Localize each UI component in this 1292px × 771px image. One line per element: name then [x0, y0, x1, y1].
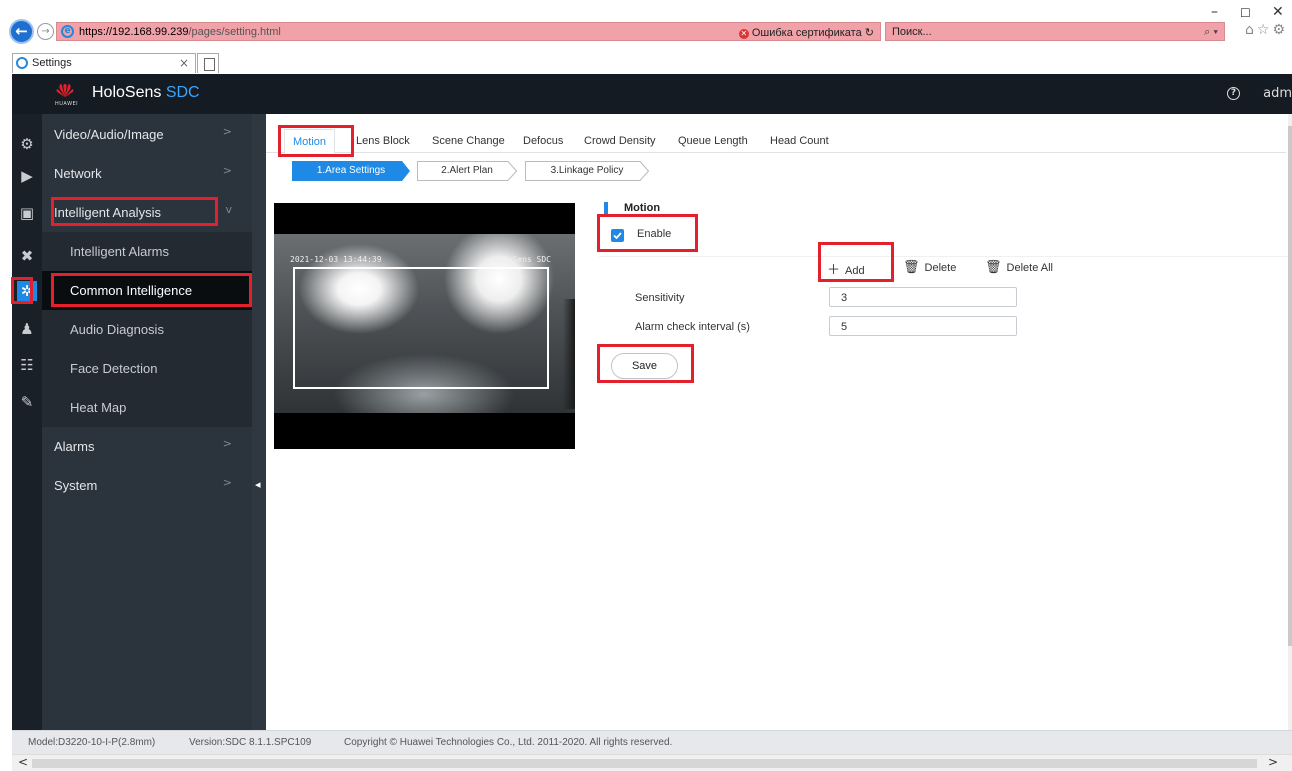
- sensitivity-label: Sensitivity: [635, 292, 685, 304]
- icon-rail: ⚙ ▶ ▣ ✖ ✲ ♟ ☷ ✎: [12, 114, 42, 730]
- user-menu[interactable]: adm: [1263, 86, 1292, 101]
- chevron-down-icon: v: [225, 203, 232, 216]
- tab-lens-block[interactable]: Lens Block: [356, 135, 410, 147]
- browser-chrome: ← → e https://192.168.99.239/pages/setti…: [0, 0, 1292, 74]
- sidebar-item-intelligent-alarms[interactable]: Intelligent Alarms: [42, 232, 252, 271]
- logo-text: HUAWEI: [55, 101, 79, 107]
- trash-outline-icon: 🗑: [985, 259, 1002, 274]
- sidebar-collapse-handle[interactable]: ◂: [252, 114, 266, 730]
- video-preview[interactable]: 2021-12-03 13:44:39 HoloSens SDC: [274, 203, 575, 449]
- certificate-error[interactable]: ✕ Ошибка сертификата ↻: [738, 26, 874, 39]
- collapse-arrow-icon: ◂: [255, 478, 261, 491]
- status-footer: Model:D3220-10-I-P(2.8mm) Version:SDC 8.…: [12, 730, 1292, 754]
- back-arrow-icon[interactable]: ←: [9, 19, 34, 44]
- chevron-right-icon: >: [222, 164, 232, 177]
- enable-checkbox[interactable]: [611, 229, 624, 242]
- step-linkage-policy[interactable]: 3.Linkage Policy: [525, 161, 649, 181]
- scroll-left-icon[interactable]: <: [18, 755, 28, 769]
- video-timestamp: 2021-12-03 13:44:39: [290, 255, 382, 264]
- tab-head-count[interactable]: Head Count: [770, 135, 829, 147]
- enable-label: Enable: [637, 228, 672, 240]
- maximize-icon[interactable]: ☐: [1240, 6, 1251, 20]
- sidebar-item-network[interactable]: Network >: [42, 154, 252, 193]
- vertical-scrollbar[interactable]: [1288, 114, 1292, 730]
- minimize-icon[interactable]: –: [1211, 4, 1218, 20]
- help-icon[interactable]: ?: [1227, 87, 1240, 100]
- detection-tabs: Motion Lens Block Scene Change Defocus C…: [266, 129, 1286, 154]
- sidebar-item-intelligent-analysis[interactable]: Intelligent Analysis v: [42, 193, 252, 232]
- delete-all-button[interactable]: 🗑 Delete All: [985, 259, 1053, 275]
- app-header: HUAWEI HoloSens SDC ? adm: [12, 74, 1292, 114]
- browser-tab[interactable]: Settings ×: [12, 53, 196, 73]
- scene-edge: [563, 299, 575, 409]
- tools-icon[interactable]: ✖: [17, 246, 37, 266]
- sidebar-item-common-intelligence[interactable]: Common Intelligence: [42, 271, 252, 310]
- brand-title: HoloSens SDC: [92, 84, 200, 101]
- video-watermark: HoloSens SDC: [493, 255, 551, 264]
- sidebar-item-alarms[interactable]: Alarms >: [42, 427, 252, 466]
- scroll-right-icon[interactable]: >: [1268, 755, 1278, 769]
- close-window-icon[interactable]: ✕: [1272, 4, 1284, 20]
- user-search-icon[interactable]: ♟: [17, 319, 37, 339]
- address-url: https://192.168.99.239/pages/setting.htm…: [79, 26, 281, 38]
- chevron-right-icon: >: [222, 476, 232, 489]
- step-area-settings[interactable]: 1.Area Settings: [292, 161, 410, 181]
- section-title: Motion: [624, 202, 661, 214]
- horizontal-scrollbar[interactable]: < >: [12, 754, 1292, 771]
- divider: [599, 256, 1288, 257]
- tab-scene-change[interactable]: Scene Change: [432, 135, 505, 147]
- plus-icon: ＋: [827, 262, 841, 277]
- footer-model: Model:D3220-10-I-P(2.8mm): [28, 737, 156, 748]
- tab-queue-length[interactable]: Queue Length: [678, 135, 748, 147]
- forward-arrow-icon[interactable]: →: [37, 23, 54, 40]
- save-button[interactable]: Save: [611, 353, 678, 379]
- sidebar: Video/Audio/Image > Network > Intelligent …: [42, 114, 252, 730]
- scroll-thumb[interactable]: [32, 759, 1257, 768]
- tab-defocus[interactable]: Defocus: [523, 135, 563, 147]
- footer-version: Version:SDC 8.1.1.SPC109: [189, 737, 312, 748]
- section-accent: [604, 202, 608, 216]
- image-icon[interactable]: ▣: [17, 203, 37, 223]
- chevron-right-icon: >: [222, 125, 232, 138]
- new-tab-button[interactable]: [197, 53, 219, 73]
- search-icon[interactable]: ⌕ ▾: [1204, 26, 1218, 39]
- settings-gear-icon[interactable]: ✲: [17, 281, 37, 301]
- browser-search-input[interactable]: Поиск... ⌕ ▾: [885, 22, 1225, 41]
- camera-settings-icon[interactable]: ⚙: [17, 134, 37, 154]
- tab-motion[interactable]: Motion: [284, 129, 336, 154]
- tab-crowd-density[interactable]: Crowd Density: [584, 135, 656, 147]
- sidebar-item-heat-map[interactable]: Heat Map: [42, 388, 252, 427]
- tab-ie-icon: [16, 57, 28, 69]
- step-alert-plan[interactable]: 2.Alert Plan: [417, 161, 517, 181]
- sidebar-item-audio-diagnosis[interactable]: Audio Diagnosis: [42, 310, 252, 349]
- sidebar-item-system[interactable]: System >: [42, 466, 252, 505]
- sidebar-item-video-audio-image[interactable]: Video/Audio/Image >: [42, 115, 252, 154]
- error-icon: ✕: [738, 29, 749, 39]
- ie-icon: e: [61, 25, 74, 38]
- main-content: Motion Lens Block Scene Change Defocus C…: [266, 114, 1288, 730]
- edit-doc-icon[interactable]: ✎: [17, 392, 37, 412]
- check-icon: [613, 232, 622, 240]
- alarm-interval-input[interactable]: 5: [829, 316, 1017, 336]
- add-area-button[interactable]: ＋ Add: [827, 259, 865, 278]
- alarm-interval-label: Alarm check interval (s): [635, 321, 750, 333]
- delete-area-button[interactable]: 🗑 Delete: [903, 259, 956, 275]
- tab-close-icon[interactable]: ×: [179, 56, 189, 70]
- video-icon[interactable]: ▶: [17, 166, 37, 186]
- scroll-thumb[interactable]: [1288, 126, 1292, 646]
- huawei-logo-icon: [56, 83, 74, 98]
- sidebar-item-face-detection[interactable]: Face Detection: [42, 349, 252, 388]
- tab-title: Settings: [32, 57, 72, 69]
- trash-icon: 🗑: [903, 259, 920, 274]
- footer-copyright: Copyright © Huawei Technologies Co., Ltd…: [344, 737, 673, 748]
- browser-toolbar-icons[interactable]: ⌂☆⚙: [1245, 22, 1288, 38]
- people-icon[interactable]: ☷: [17, 355, 37, 375]
- address-bar[interactable]: e https://192.168.99.239/pages/setting.h…: [56, 22, 881, 41]
- chevron-right-icon: >: [222, 437, 232, 450]
- detection-area-box[interactable]: [293, 267, 549, 389]
- sensitivity-input[interactable]: 3: [829, 287, 1017, 307]
